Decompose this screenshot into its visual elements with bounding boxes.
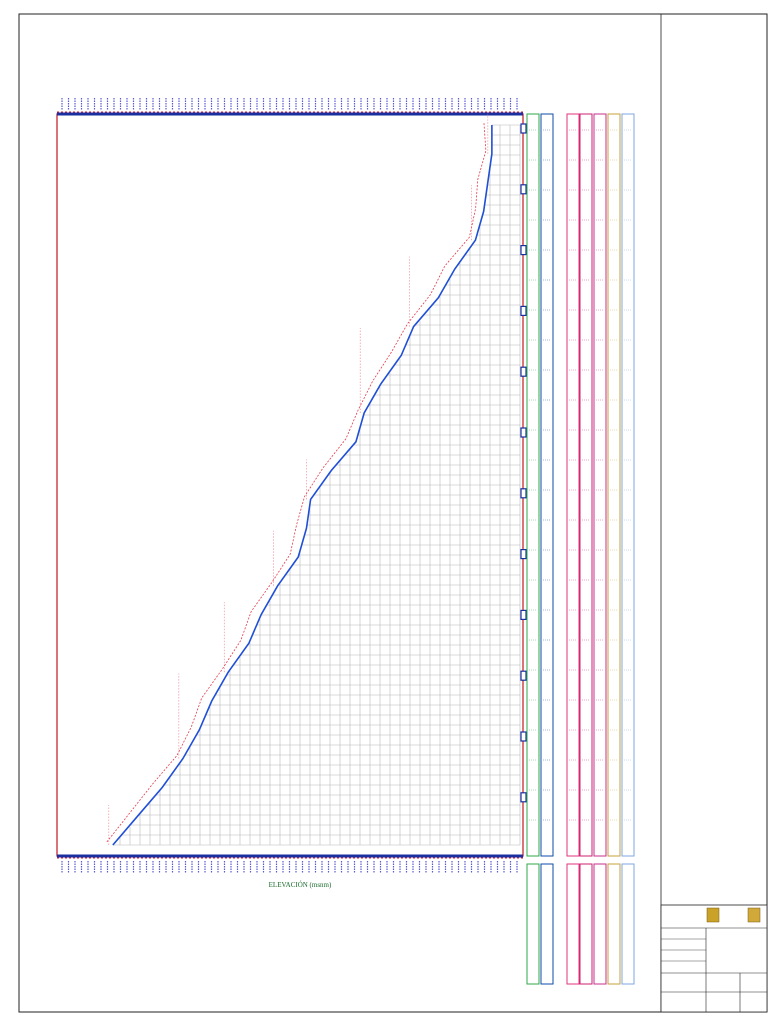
station-marker — [520, 731, 527, 742]
profile-grid — [112, 124, 521, 846]
elevation-axis-label: ELEVACIÓN (msnm) — [268, 881, 332, 889]
station-marker — [520, 609, 527, 621]
bottom-tick-labels — [61, 861, 518, 873]
station-marker — [520, 427, 527, 438]
station-marker — [520, 305, 527, 316]
band-2-column — [566, 113, 580, 857]
station-marker — [520, 548, 527, 560]
band-3-column — [579, 113, 593, 857]
profile-bands — [526, 113, 635, 985]
station-marker — [520, 792, 527, 803]
band-1-legend — [540, 863, 554, 985]
title-block — [660, 904, 768, 1013]
band-0-legend — [526, 863, 540, 985]
station-marker — [520, 123, 527, 134]
band-6-column — [621, 113, 635, 857]
band-4-legend — [593, 863, 607, 985]
terrain-outline — [106, 121, 487, 843]
drawing-sheet — [18, 13, 768, 1013]
institution-seal — [706, 907, 720, 923]
top-tick-labels — [61, 98, 518, 110]
band-5-legend — [607, 863, 621, 985]
terrain-sketch — [106, 113, 489, 845]
station-marker — [520, 670, 527, 681]
band-5-column — [607, 113, 621, 857]
band-1-column — [540, 113, 554, 857]
band-3-legend — [579, 863, 593, 985]
institution-seal-right — [747, 907, 761, 923]
band-2-legend — [566, 863, 580, 985]
band-4-column — [593, 113, 607, 857]
station-marker — [520, 366, 527, 377]
station-marker — [520, 245, 527, 256]
band-6-legend — [621, 863, 635, 985]
band-0-column — [526, 113, 540, 857]
station-marker — [520, 184, 527, 195]
station-marker — [520, 488, 527, 499]
